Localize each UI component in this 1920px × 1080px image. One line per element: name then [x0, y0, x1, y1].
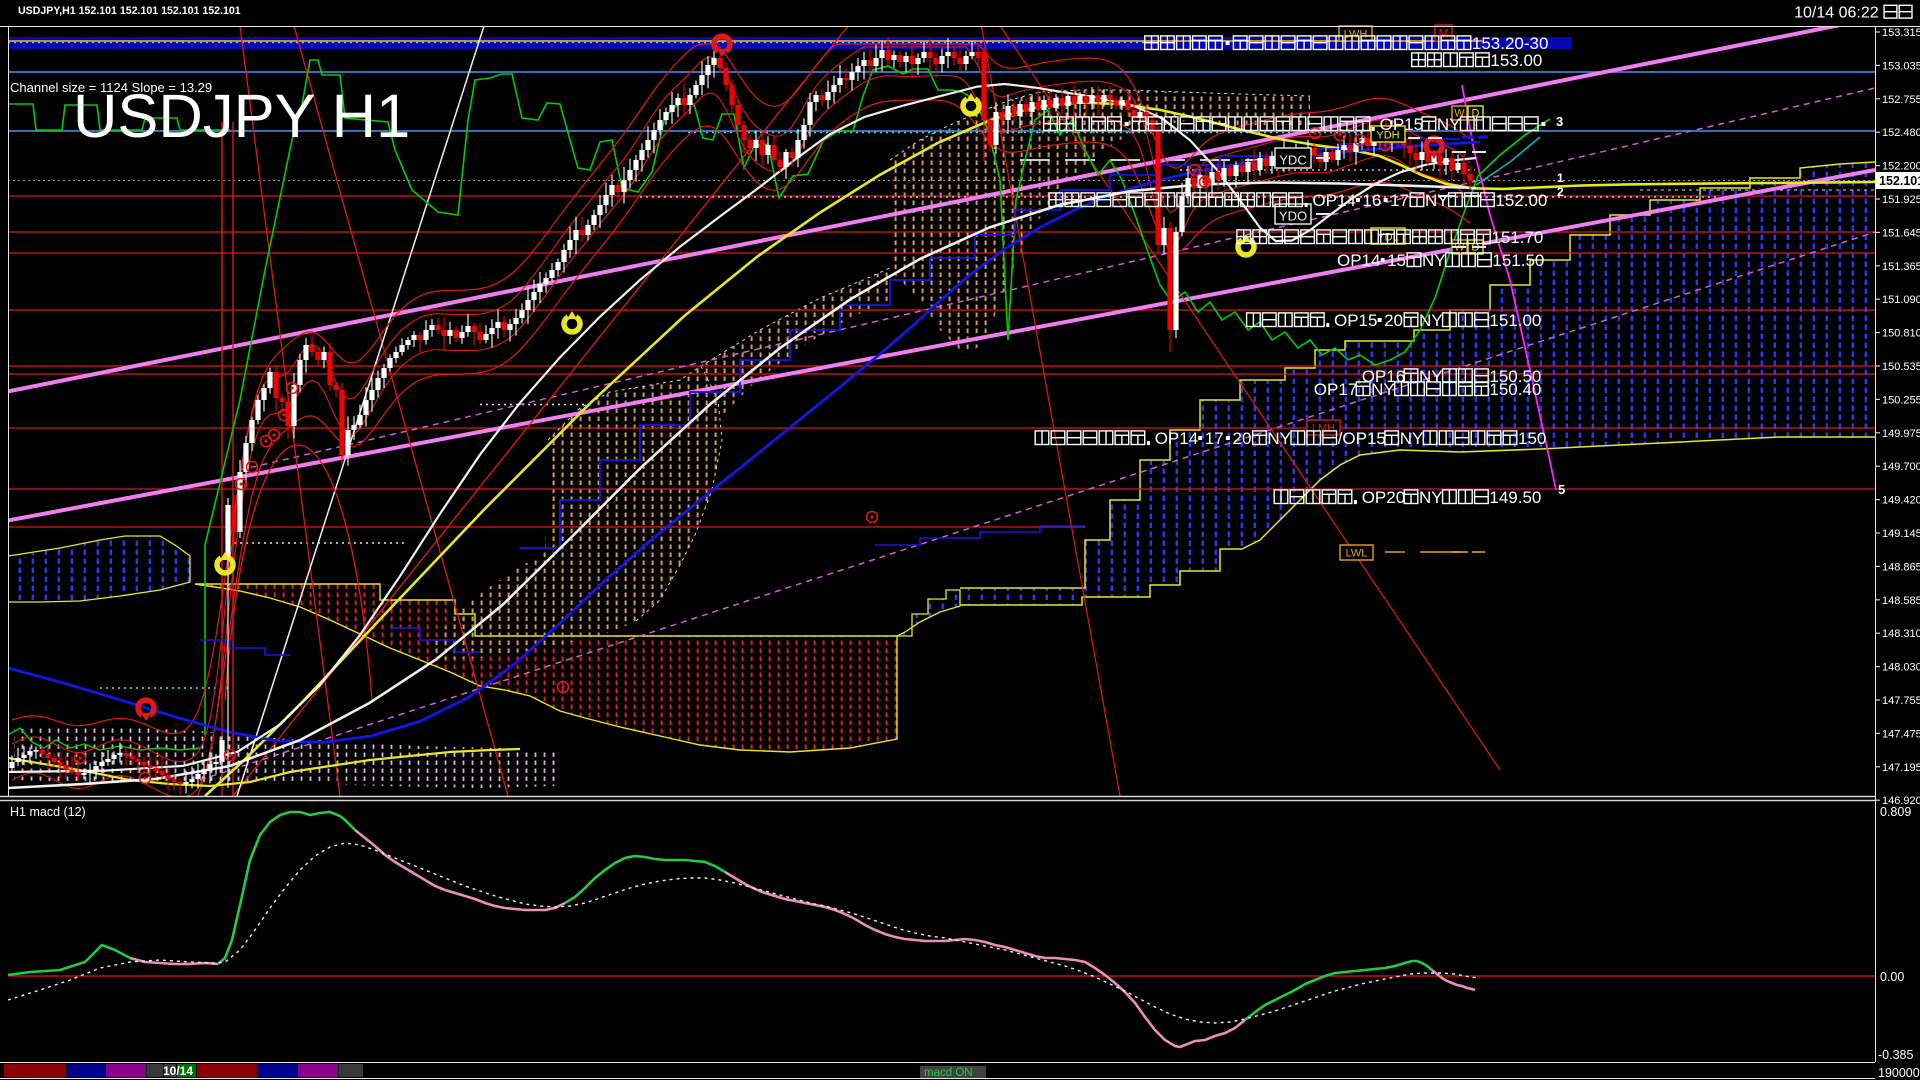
svg-text:OP14: OP14	[1312, 191, 1355, 210]
svg-text:NY: NY	[1419, 311, 1443, 330]
svg-text:148.030: 148.030	[1882, 662, 1920, 674]
svg-text:H1 macd (12): H1 macd (12)	[10, 805, 86, 819]
svg-text:0.00: 0.00	[1880, 970, 1904, 984]
svg-text:LWL: LWL	[1346, 548, 1368, 560]
svg-text:NY: NY	[1419, 367, 1443, 386]
svg-text:152.200: 152.200	[1882, 161, 1920, 173]
svg-text:152.755: 152.755	[1882, 94, 1920, 106]
svg-text:NY: NY	[1437, 115, 1461, 134]
svg-text:OP15: OP15	[1380, 115, 1423, 134]
svg-text:150.810: 150.810	[1882, 328, 1920, 340]
svg-text:17: 17	[1205, 429, 1224, 448]
svg-text:16: 16	[1362, 191, 1381, 210]
svg-text:151.365: 151.365	[1882, 261, 1920, 273]
svg-text:/OP15: /OP15	[1338, 429, 1386, 448]
svg-text:20: 20	[1384, 311, 1403, 330]
svg-text:macd ON: macd ON	[924, 1067, 973, 1079]
svg-text:150.535: 150.535	[1882, 361, 1920, 373]
svg-text:150.255: 150.255	[1882, 394, 1920, 406]
svg-text:15: 15	[1387, 251, 1406, 270]
svg-text:NY: NY	[1425, 191, 1449, 210]
svg-text:150: 150	[1518, 429, 1546, 448]
svg-text:151.00: 151.00	[1489, 311, 1541, 330]
svg-text:NY: NY	[1419, 488, 1443, 507]
svg-text:NY: NY	[1400, 429, 1424, 448]
svg-text:OP15: OP15	[1334, 311, 1377, 330]
svg-text:OP20: OP20	[1362, 488, 1405, 507]
svg-text:149.700: 149.700	[1882, 461, 1920, 473]
svg-text:152.101: 152.101	[1879, 174, 1920, 188]
svg-text:5: 5	[1558, 482, 1565, 497]
svg-text:NY: NY	[1267, 429, 1291, 448]
svg-text:151.645: 151.645	[1882, 227, 1920, 239]
svg-text:NY: NY	[1422, 251, 1446, 270]
svg-text:152.480: 152.480	[1882, 127, 1920, 139]
svg-text:10/14 06:22: 10/14 06:22	[1794, 4, 1879, 21]
svg-text:OP14: OP14	[1155, 429, 1198, 448]
svg-text:148.310: 148.310	[1882, 628, 1920, 640]
svg-text:USDJPY,H1 152.101 152.101 152: USDJPY,H1 152.101 152.101 152.101 152.10…	[18, 5, 241, 17]
svg-text:NY: NY	[1371, 380, 1395, 399]
svg-text:153.315: 153.315	[1882, 27, 1920, 39]
svg-text:-0.385: -0.385	[1878, 1048, 1913, 1062]
svg-text:151.090: 151.090	[1882, 294, 1920, 306]
svg-text:D: D	[1472, 108, 1480, 120]
svg-text:10/14: 10/14	[163, 1064, 193, 1078]
svg-text:149.50: 149.50	[1489, 488, 1541, 507]
svg-text:0.809: 0.809	[1880, 805, 1911, 819]
svg-text:1: 1	[1557, 171, 1564, 185]
svg-text:151.70: 151.70	[1491, 228, 1543, 247]
svg-text:147.755: 147.755	[1882, 695, 1920, 707]
svg-text:20: 20	[1233, 429, 1252, 448]
svg-text:USDJPY H1: USDJPY H1	[73, 82, 410, 151]
svg-text:150.40: 150.40	[1489, 380, 1541, 399]
svg-text:148.865: 148.865	[1882, 561, 1920, 573]
svg-text:LWH: LWH	[1344, 29, 1368, 41]
svg-text:152.00: 152.00	[1495, 191, 1547, 210]
svg-text:3: 3	[1556, 114, 1563, 129]
svg-text:151.925: 151.925	[1882, 194, 1920, 206]
svg-text:M: M	[1439, 27, 1449, 41]
svg-text:153.00: 153.00	[1490, 51, 1542, 70]
svg-text:153.035: 153.035	[1882, 60, 1920, 72]
svg-text:149.420: 149.420	[1882, 495, 1920, 507]
svg-text:YDC: YDC	[1279, 153, 1306, 168]
svg-text:147.195: 147.195	[1882, 762, 1920, 774]
svg-text:149.975: 149.975	[1882, 428, 1920, 440]
svg-text:147.475: 147.475	[1882, 728, 1920, 740]
svg-text:190000: 190000	[1878, 1066, 1920, 1080]
svg-text:149.145: 149.145	[1882, 528, 1920, 540]
svg-text:OP17: OP17	[1314, 380, 1357, 399]
svg-text:17: 17	[1390, 191, 1409, 210]
svg-text:OP14: OP14	[1337, 251, 1380, 270]
svg-text:151.50: 151.50	[1492, 251, 1544, 270]
svg-text:148.585: 148.585	[1882, 595, 1920, 607]
svg-text:YDO: YDO	[1279, 209, 1307, 224]
